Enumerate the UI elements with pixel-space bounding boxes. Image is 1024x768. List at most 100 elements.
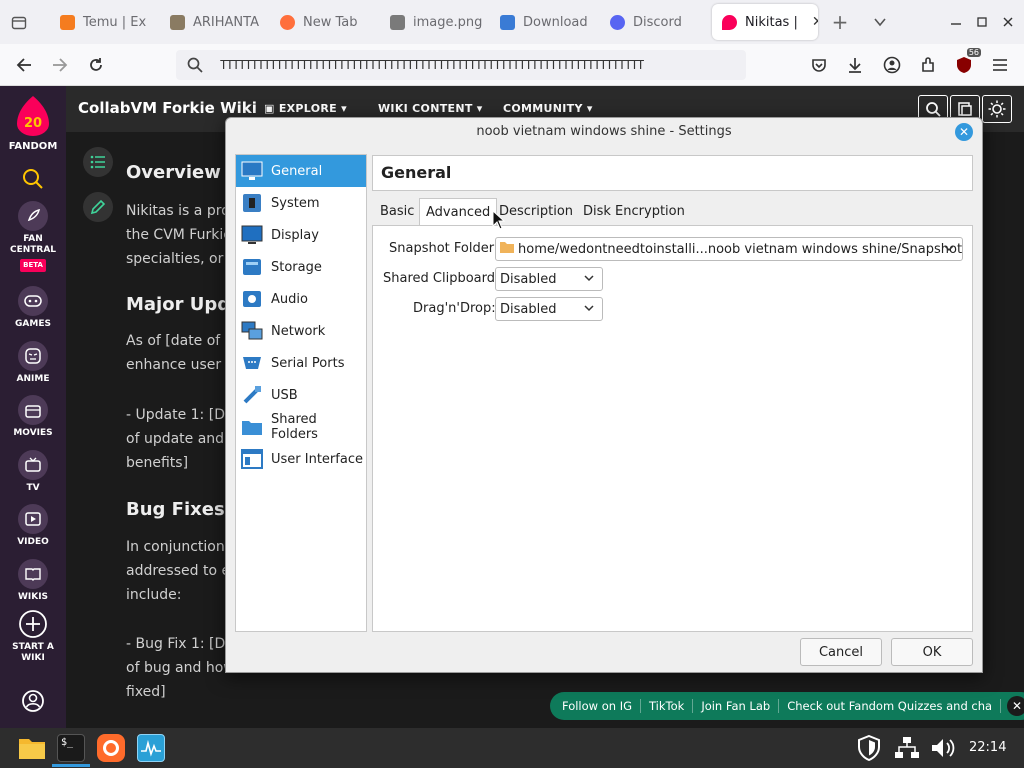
section-title: General	[372, 155, 973, 191]
system-monitor-icon[interactable]	[137, 734, 165, 762]
tab-overview-icon[interactable]	[8, 12, 30, 34]
category-shared-folders[interactable]: Shared Folders	[236, 411, 366, 443]
browser-tab[interactable]: Temu | Ex	[50, 4, 158, 40]
tab-basic[interactable]: Basic	[374, 198, 420, 226]
category-network[interactable]: Network	[236, 315, 366, 347]
anime-face-icon	[18, 341, 48, 371]
category-user-interface[interactable]: User Interface	[236, 443, 366, 475]
snapshot-folder-selector[interactable]: home/wedontneedtoinstalli...noob vietnam…	[495, 237, 963, 261]
download-icon[interactable]	[842, 52, 868, 78]
plus-circle-icon	[19, 610, 47, 638]
cancel-button[interactable]: Cancel	[800, 638, 882, 666]
firefox-icon[interactable]	[97, 734, 125, 762]
tiktok-link[interactable]: TikTok	[641, 699, 694, 713]
browser-tab[interactable]: New Tab	[270, 4, 378, 40]
category-display[interactable]: Display	[236, 219, 366, 251]
security-shield-icon[interactable]	[855, 734, 883, 762]
fandom-brand-label: FANDOM	[8, 141, 58, 152]
volume-icon[interactable]	[930, 734, 958, 762]
pocket-icon[interactable]	[806, 52, 832, 78]
back-arrow-icon[interactable]	[11, 52, 37, 78]
quizzes-link[interactable]: Check out Fandom Quizzes and cha	[779, 699, 1002, 713]
category-storage[interactable]: Storage	[236, 251, 366, 283]
user-account-button[interactable]	[0, 689, 66, 713]
ok-button[interactable]: OK	[891, 638, 973, 666]
tab-close-icon[interactable]: ✕	[812, 14, 818, 30]
maximize-window-button[interactable]	[970, 12, 994, 32]
file-manager-icon[interactable]	[18, 734, 46, 762]
mouse-cursor-icon	[492, 210, 506, 230]
advanced-tab-panel: Snapshot Folder: home/wedontneedtoinstal…	[372, 225, 973, 632]
rail-item-fan-central[interactable]: FAN CENTRAL BETA	[0, 201, 66, 272]
dialog-close-button[interactable]: ✕	[955, 123, 973, 141]
nav-community[interactable]: COMMUNITY ▾	[503, 102, 593, 115]
tab-disk-encryption[interactable]: Disk Encryption	[577, 198, 691, 226]
category-usb[interactable]: USB	[236, 379, 366, 411]
browser-tab-active[interactable]: Nikitas | ✕	[712, 4, 818, 40]
rail-item-anime[interactable]: ANIME	[0, 341, 66, 385]
nav-explore[interactable]: ▣ EXPLORE ▾	[264, 102, 347, 115]
rail-item-video[interactable]: VIDEO	[0, 504, 66, 548]
rail-item-start-a-wiki[interactable]: START A WIKI	[0, 609, 66, 664]
list-icon	[90, 155, 105, 169]
rail-item-tv[interactable]: TV	[0, 450, 66, 494]
rail-label: ANIME	[16, 374, 50, 384]
chevron-down-icon[interactable]	[868, 10, 892, 34]
page-favicon-icon	[170, 14, 185, 30]
settings-category-list: General System Display Storage Audio Net…	[235, 154, 367, 632]
audio-icon	[241, 288, 263, 310]
follow-ig-link[interactable]: Follow on IG	[554, 699, 642, 713]
nav-wiki-content[interactable]: WIKI CONTENT ▾	[378, 102, 483, 115]
browser-tab[interactable]: Discord	[600, 4, 708, 40]
category-system[interactable]: System	[236, 187, 366, 219]
browser-tab[interactable]: ARIHANTA	[160, 4, 268, 40]
extension-badge: 56	[966, 48, 981, 57]
tab-advanced[interactable]: Advanced	[419, 198, 498, 226]
clapperboard-icon	[18, 395, 48, 425]
new-tab-button[interactable]: +	[828, 10, 852, 34]
rail-item-movies[interactable]: MOVIES	[0, 395, 66, 439]
browser-tab-bar: Temu | Ex ARIHANTA New Tab image.png Dow…	[0, 0, 1024, 44]
terminal-icon[interactable]: $_	[57, 734, 85, 762]
close-icon[interactable]: ✕	[1007, 696, 1024, 716]
tab-title: Discord	[633, 14, 682, 30]
network-status-icon[interactable]	[893, 734, 921, 762]
edit-page-button[interactable]	[83, 192, 113, 222]
tab-title: Temu | Ex	[83, 14, 147, 30]
rail-label: FAN CENTRAL	[9, 234, 57, 255]
join-fan-lab-link[interactable]: Join Fan Lab	[693, 699, 780, 713]
account-icon[interactable]	[879, 52, 905, 78]
category-serial-ports[interactable]: Serial Ports	[236, 347, 366, 379]
rail-item-games[interactable]: GAMES	[0, 286, 66, 330]
category-general[interactable]: General	[236, 155, 366, 187]
firefox-favicon-icon	[280, 14, 295, 30]
table-of-contents-button[interactable]	[83, 147, 113, 177]
drag-n-drop-select[interactable]: Disabled	[495, 297, 603, 321]
theme-toggle-button[interactable]	[982, 95, 1012, 123]
browser-nav-bar: TTTTTTTTTTTTTTTTTTTTTTTTTTTTTTTTTTTTTTTT…	[0, 44, 1024, 86]
search-button[interactable]	[0, 168, 66, 190]
hamburger-menu-icon[interactable]	[987, 52, 1013, 78]
snapshot-folder-label: Snapshot Folder:	[389, 241, 499, 256]
sun-icon	[988, 100, 1006, 118]
shared-clipboard-select[interactable]: Disabled	[495, 267, 603, 291]
search-icon	[23, 169, 43, 189]
browser-tab[interactable]: image.png	[380, 4, 488, 40]
tab-title: Nikitas |	[745, 14, 798, 30]
fandom-logo[interactable]: 20 FANDOM	[0, 94, 66, 152]
close-window-button[interactable]	[996, 12, 1020, 32]
address-bar[interactable]: TTTTTTTTTTTTTTTTTTTTTTTTTTTTTTTTTTTTTTTT…	[176, 50, 746, 80]
user-avatar-icon	[22, 690, 44, 712]
forward-arrow-icon[interactable]	[47, 52, 73, 78]
explore-icon: ▣	[264, 102, 279, 115]
article-paragraph: - Bug Fix 1: [De of bug and how fixed]	[126, 636, 235, 700]
category-audio[interactable]: Audio	[236, 283, 366, 315]
browser-tab[interactable]: Download	[490, 4, 598, 40]
wiki-title[interactable]: CollabVM Forkie Wiki	[78, 99, 257, 117]
ublock-shield-icon[interactable]: 56	[951, 48, 981, 78]
extensions-icon[interactable]	[915, 52, 941, 78]
reload-icon[interactable]	[83, 52, 109, 78]
minimize-window-button[interactable]	[944, 12, 968, 32]
network-icon	[241, 320, 263, 342]
rail-item-wikis[interactable]: WIKIS	[0, 559, 66, 603]
